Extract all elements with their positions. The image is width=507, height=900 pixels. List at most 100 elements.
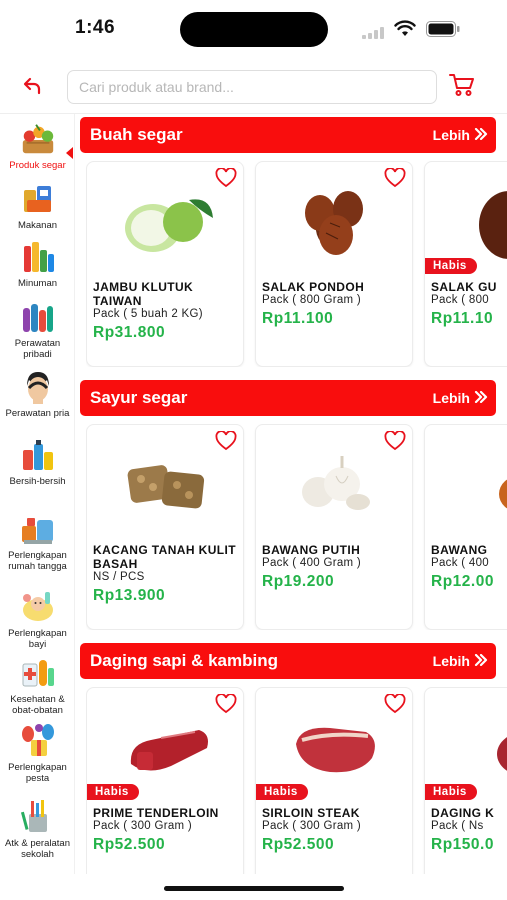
- product-card[interactable]: Habis SIRLOIN STEAK Pack ( 300 Gram ) Rp…: [255, 687, 413, 874]
- status-bar: 1:46: [0, 0, 507, 58]
- product-sections: Buah segar Lebih JAMBU KLUTUK TAIWAN Pac…: [80, 114, 507, 874]
- sidebar-item-label: Kesehatan & obat-obatan: [10, 694, 65, 716]
- section-title: Sayur segar: [90, 388, 188, 407]
- sidebar-item-perlengkapan-bayi[interactable]: Perlengkapan bayi: [0, 588, 75, 650]
- more-label: Lebih: [432, 390, 470, 406]
- product-price: Rp19.200: [262, 573, 335, 590]
- sidebar-item-label: Bersih-bersih: [9, 476, 66, 487]
- sold-out-badge: Habis: [256, 784, 308, 800]
- personal-care-icon: [19, 298, 57, 336]
- drinks-icon: [19, 238, 57, 276]
- product-card[interactable]: JAMBU KLUTUK TAIWAN Pack ( 5 buah 2 KG) …: [86, 161, 244, 367]
- product-name: SALAK GU: [431, 280, 497, 294]
- sidebar-item-label: Perlengkapan rumah tangga: [8, 550, 67, 572]
- product-price: Rp31.800: [93, 324, 166, 341]
- sidebar-item-label: Atk & peralatan sekolah: [5, 838, 70, 860]
- double-chevron-right-icon: [474, 127, 488, 143]
- product-image: [435, 441, 507, 531]
- product-image: [435, 178, 507, 268]
- sidebar-item-label: Produk segar: [9, 160, 66, 171]
- product-carousel[interactable]: JAMBU KLUTUK TAIWAN Pack ( 5 buah 2 KG) …: [86, 161, 507, 367]
- product-price: Rp52.500: [93, 836, 166, 853]
- product-unit: NS / PCS: [93, 571, 145, 583]
- sidebar-item-perawatan-pribadi[interactable]: Perawatan pribadi: [0, 298, 75, 360]
- product-image: [266, 441, 404, 531]
- product-price: Rp13.900: [93, 587, 166, 604]
- product-card[interactable]: SALAK PONDOH Pack ( 800 Gram ) Rp11.100: [255, 161, 413, 367]
- product-unit: Pack ( 300 Gram ): [262, 820, 362, 832]
- product-card[interactable]: BAWANG PUTIH Pack ( 400 Gram ) Rp19.200: [255, 424, 413, 630]
- product-carousel[interactable]: Habis PRIME TENDERLOIN Pack ( 300 Gram )…: [86, 687, 507, 874]
- back-arrow-icon: [22, 76, 42, 101]
- health-icon: [19, 654, 57, 692]
- product-unit: Pack ( 400 Gram ): [262, 557, 362, 569]
- double-chevron-right-icon: [474, 653, 488, 669]
- section-header: Sayur segar Lebih: [80, 380, 496, 416]
- sidebar-item-perlengkapan-rumah-tangga[interactable]: Perlengkapan rumah tangga: [0, 510, 75, 572]
- product-unit: Pack ( 800 Gram ): [262, 294, 362, 306]
- search-box[interactable]: [67, 70, 437, 104]
- product-unit: Pack ( 800: [431, 294, 489, 306]
- product-price: Rp11.100: [262, 310, 334, 327]
- sidebar-item-kesehatan[interactable]: Kesehatan & obat-obatan: [0, 654, 75, 716]
- section-title: Buah segar: [90, 125, 183, 144]
- sidebar-item-label: Perlengkapan pesta: [8, 762, 67, 784]
- product-image: [97, 704, 235, 794]
- wifi-icon: [394, 20, 416, 38]
- product-name: SIRLOIN STEAK: [262, 806, 360, 820]
- more-label: Lebih: [432, 127, 470, 143]
- back-button[interactable]: [18, 74, 46, 102]
- dynamic-island: [180, 12, 328, 47]
- sidebar-item-label: Minuman: [17, 278, 58, 289]
- product-name: JAMBU KLUTUK TAIWAN: [93, 280, 194, 308]
- product-carousel[interactable]: KACANG TANAH KULIT BASAH NS / PCS Rp13.9…: [86, 424, 507, 630]
- more-button[interactable]: Lebih: [433, 390, 488, 406]
- double-chevron-right-icon: [474, 390, 488, 406]
- search-input[interactable]: [79, 79, 425, 95]
- product-image: [97, 441, 235, 531]
- fresh-produce-icon: [19, 120, 57, 158]
- party-icon: [19, 722, 57, 760]
- home-indicator: [164, 886, 344, 891]
- sidebar-item-produk-segar[interactable]: Produk segar: [0, 120, 75, 171]
- sidebar-item-perlengkapan-pesta[interactable]: Perlengkapan pesta: [0, 722, 75, 784]
- product-card[interactable]: BAWANG Pack ( 400 Rp12.00: [424, 424, 507, 630]
- product-unit: Pack ( 5 buah 2 KG): [93, 308, 203, 320]
- sidebar-item-label: Makanan: [17, 220, 58, 231]
- product-name: DAGING K: [431, 806, 495, 820]
- household-icon: [19, 510, 57, 548]
- sold-out-badge: Habis: [425, 784, 477, 800]
- baby-icon: [19, 588, 57, 626]
- product-card[interactable]: Habis SALAK GU Pack ( 800 Rp11.10: [424, 161, 507, 367]
- sidebar-item-atk[interactable]: Atk & peralatan sekolah: [0, 798, 75, 860]
- cellular-signal-icon: [362, 27, 386, 39]
- sold-out-badge: Habis: [87, 784, 139, 800]
- category-sidebar: Produk segar Makanan Minuman Perawatan p…: [0, 114, 75, 874]
- product-card[interactable]: KACANG TANAH KULIT BASAH NS / PCS Rp13.9…: [86, 424, 244, 630]
- stationery-icon: [19, 798, 57, 836]
- product-card[interactable]: Habis DAGING K Pack ( Ns Rp150.0: [424, 687, 507, 874]
- sidebar-item-makanan[interactable]: Makanan: [0, 180, 75, 231]
- section-header: Buah segar Lebih: [80, 117, 496, 153]
- product-unit: Pack ( Ns: [431, 820, 484, 832]
- more-button[interactable]: Lebih: [433, 127, 488, 143]
- more-button[interactable]: Lebih: [433, 653, 488, 669]
- section-header: Daging sapi & kambing Lebih: [80, 643, 496, 679]
- sidebar-item-label: Perawatan pria: [5, 408, 70, 419]
- product-name: BAWANG: [431, 543, 488, 557]
- sidebar-item-minuman[interactable]: Minuman: [0, 238, 75, 289]
- product-unit: Pack ( 300 Gram ): [93, 820, 193, 832]
- cart-button[interactable]: [447, 72, 477, 102]
- product-name: PRIME TENDERLOIN: [93, 806, 219, 820]
- product-price: Rp52.500: [262, 836, 335, 853]
- sold-out-badge: Habis: [425, 258, 477, 274]
- cleaning-icon: [19, 436, 57, 474]
- sidebar-item-perawatan-pria[interactable]: Perawatan pria: [0, 368, 75, 419]
- product-image: [266, 178, 404, 268]
- product-card[interactable]: Habis PRIME TENDERLOIN Pack ( 300 Gram )…: [86, 687, 244, 874]
- product-unit: Pack ( 400: [431, 557, 489, 569]
- sidebar-item-bersih-bersih[interactable]: Bersih-bersih: [0, 436, 75, 487]
- cart-icon: [449, 73, 475, 102]
- product-name: SALAK PONDOH: [262, 280, 365, 294]
- product-image: [435, 704, 507, 794]
